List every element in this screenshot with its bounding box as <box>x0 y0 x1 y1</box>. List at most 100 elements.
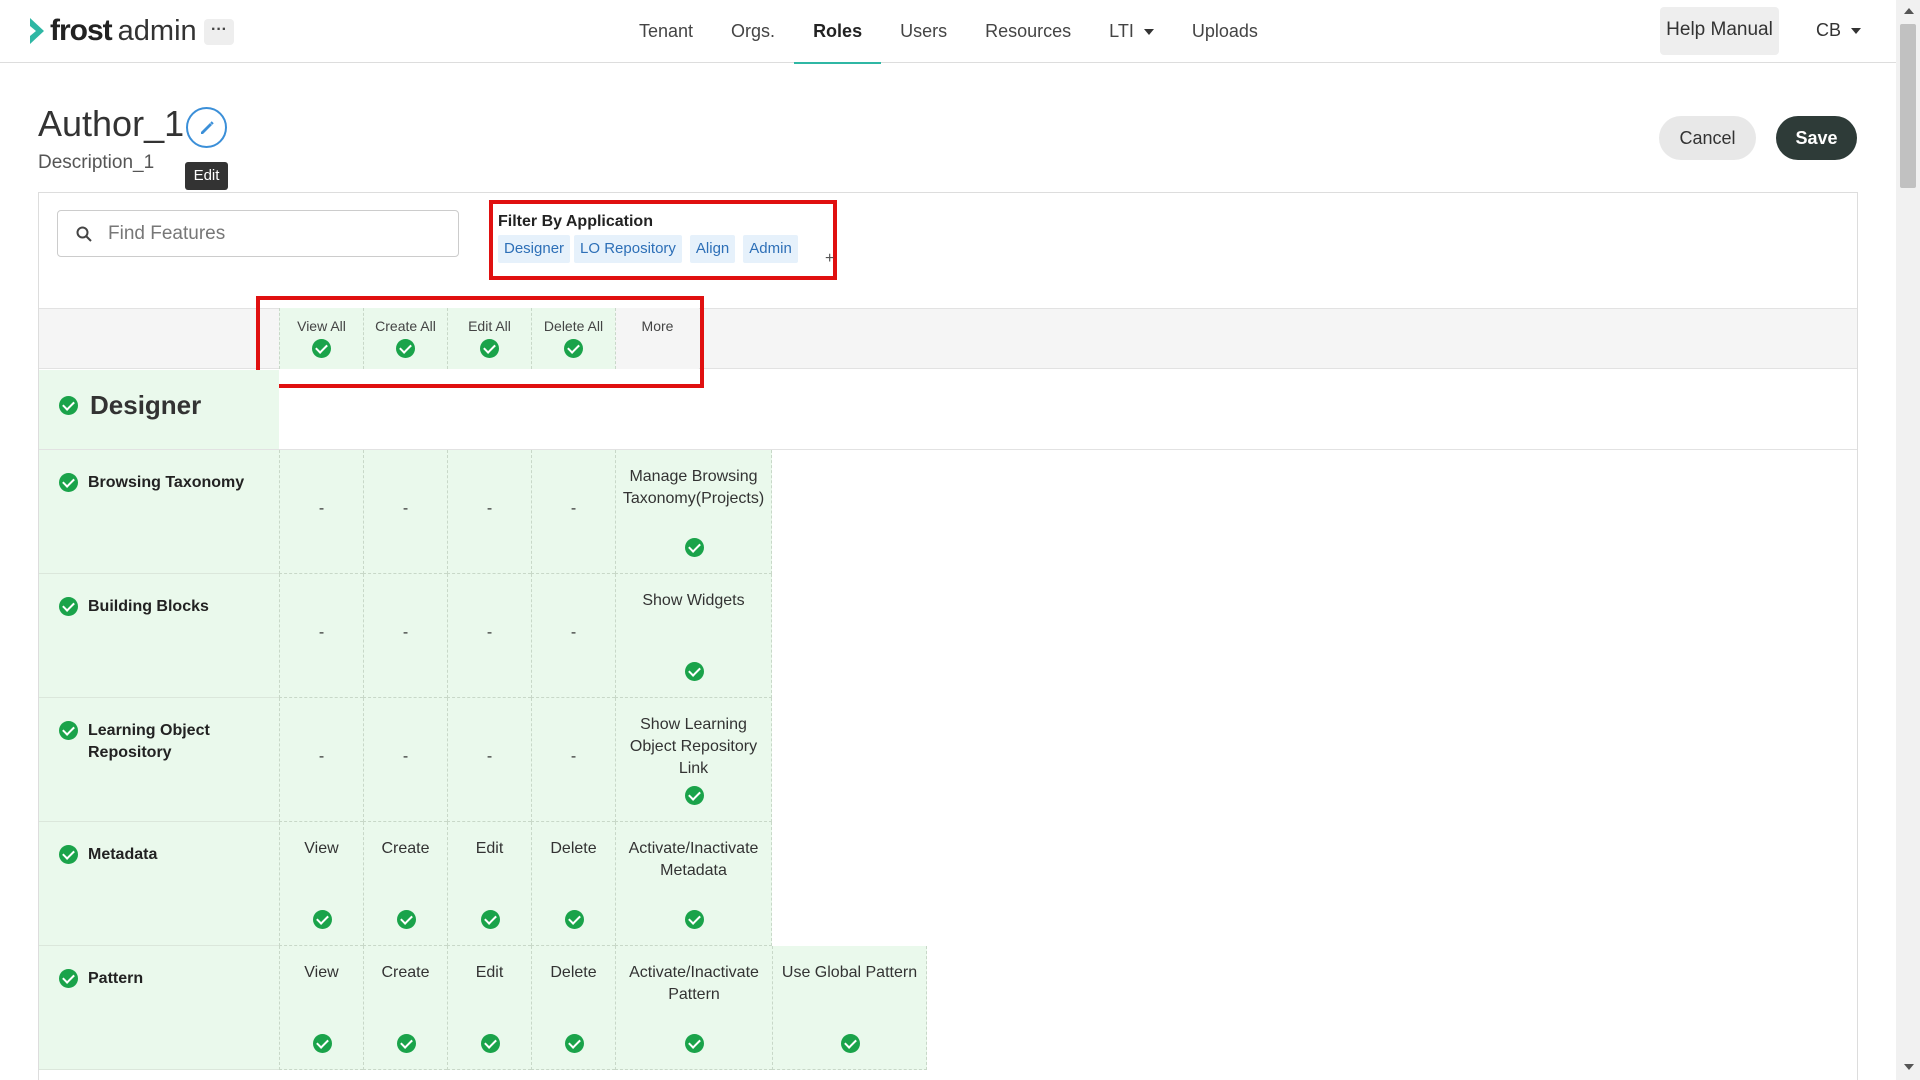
scroll-thumb[interactable] <box>1900 24 1916 188</box>
page-title: Author_1 <box>38 103 185 144</box>
filter-chip-align[interactable]: Align <box>689 235 736 263</box>
check-circle-icon[interactable] <box>685 1034 704 1053</box>
brand-sub: admin <box>117 14 197 47</box>
top-navbar: frost admin ··· Tenant Orgs. Roles Users… <box>0 0 1896 64</box>
nav-orgs[interactable]: Orgs. <box>712 0 794 63</box>
perm-cell-view: - <box>279 574 363 698</box>
main-nav: Tenant Orgs. Roles Users Resources LTI U… <box>620 0 1277 64</box>
check-circle-icon[interactable] <box>684 910 704 929</box>
nav-users[interactable]: Users <box>881 0 966 63</box>
perm-empty: - <box>570 500 577 517</box>
page-scrollbar[interactable] <box>1896 0 1920 1080</box>
perm-cell-more: Activate/Inactivate Metadata <box>615 822 772 946</box>
cursor-icon: + <box>825 250 835 267</box>
feature-row-learning-object-repository[interactable]: Learning Object Repository <box>39 698 279 822</box>
nav-lti[interactable]: LTI <box>1090 0 1173 63</box>
check-circle-icon[interactable] <box>59 969 78 988</box>
perm-empty: - <box>486 748 493 765</box>
edit-role-button[interactable] <box>186 107 227 148</box>
feature-name: Pattern <box>88 970 144 987</box>
nav-uploads[interactable]: Uploads <box>1173 0 1277 63</box>
scroll-down-arrow-icon[interactable] <box>1904 1064 1914 1070</box>
perm-label: Show Learning Object Repository Link <box>629 716 758 777</box>
nav-tenant[interactable]: Tenant <box>620 0 712 63</box>
feature-row-pattern[interactable]: Pattern <box>39 946 279 1070</box>
perm-cell-create: - <box>363 698 447 822</box>
check-circle-icon[interactable] <box>564 1034 584 1053</box>
perm-cell-edit: - <box>447 574 531 698</box>
help-manual-button[interactable]: Help Manual <box>1660 7 1779 55</box>
perm-cell-delete: - <box>531 698 615 822</box>
perm-label: Activate/Inactivate Pattern <box>629 964 759 1003</box>
perm-label: View <box>304 964 339 981</box>
perm-cell-edit: Edit <box>447 946 531 1070</box>
perm-cell-delete: - <box>531 450 615 574</box>
perm-cell-more: Manage Browsing Taxonomy(Projects) <box>615 450 772 574</box>
perm-empty: - <box>570 748 577 765</box>
perm-cell-more: Show Widgets <box>615 574 772 698</box>
nav-resources[interactable]: Resources <box>966 0 1090 63</box>
user-initials: CB <box>1816 20 1842 40</box>
check-circle-icon[interactable] <box>684 662 704 681</box>
check-circle-icon[interactable] <box>59 473 78 492</box>
perm-cell-more: Activate/Inactivate Pattern <box>615 946 772 1070</box>
check-circle-icon[interactable] <box>396 1034 416 1053</box>
feature-row-browsing-taxonomy[interactable]: Browsing Taxonomy <box>39 450 279 574</box>
edit-tooltip: Edit <box>185 162 228 190</box>
bulk-highlight-box <box>256 296 704 388</box>
check-circle-icon[interactable] <box>564 910 584 929</box>
pencil-icon <box>200 120 214 134</box>
check-circle-icon[interactable] <box>59 845 78 864</box>
filter-chip-admin[interactable]: Admin <box>743 235 798 263</box>
frost-admin-logo[interactable]: frost admin <box>28 14 197 48</box>
perm-label: Edit <box>475 964 504 981</box>
search-input[interactable] <box>108 219 448 249</box>
scroll-up-arrow-icon[interactable] <box>1904 8 1914 14</box>
section-designer[interactable]: Designer <box>59 390 201 421</box>
role-description: Description_1 <box>38 152 155 173</box>
perm-empty: - <box>402 500 409 517</box>
cancel-button[interactable]: Cancel <box>1659 116 1756 160</box>
perm-label: Manage Browsing Taxonomy(Projects) <box>622 468 765 507</box>
nav-roles[interactable]: Roles <box>794 0 882 64</box>
check-circle-icon[interactable] <box>59 721 78 740</box>
perm-cell-edit: - <box>447 450 531 574</box>
check-circle-icon[interactable] <box>59 396 78 415</box>
perm-empty: - <box>402 624 409 641</box>
filter-chip-lo-repository[interactable]: LO Repository <box>574 235 682 263</box>
perm-label: Edit <box>475 840 504 857</box>
perm-cell-more: Show Learning Object Repository Link <box>615 698 772 822</box>
perm-label: Create <box>381 840 430 857</box>
perm-cell-delete: Delete <box>531 946 615 1070</box>
check-circle-icon[interactable] <box>312 910 332 929</box>
feature-row-building-blocks[interactable]: Building Blocks <box>39 574 279 698</box>
perm-cell-delete: Delete <box>531 822 615 946</box>
check-circle-icon[interactable] <box>312 1034 332 1053</box>
perm-label: Create <box>381 964 430 981</box>
more-options-button[interactable]: ··· <box>204 19 234 45</box>
check-circle-icon[interactable] <box>480 1034 500 1053</box>
feature-name: Metadata <box>88 846 158 863</box>
check-circle-icon[interactable] <box>684 538 704 557</box>
feature-row-metadata[interactable]: Metadata <box>39 822 279 946</box>
filter-chip-group: Designer LO Repository Align Admin <box>498 235 798 263</box>
perm-cell-create: - <box>363 450 447 574</box>
perm-cell-create: Create <box>363 946 447 1070</box>
perm-cell-view: - <box>279 698 363 822</box>
caret-down-icon <box>1851 28 1862 35</box>
find-features-search[interactable] <box>57 210 459 257</box>
filter-chip-designer[interactable]: Designer <box>498 235 571 263</box>
perm-label: Show Widgets <box>642 592 745 609</box>
user-menu[interactable]: CB <box>1816 20 1862 41</box>
save-button[interactable]: Save <box>1776 116 1857 160</box>
check-circle-icon[interactable] <box>396 910 416 929</box>
perm-label: Use Global Pattern <box>781 964 918 981</box>
search-icon <box>76 226 92 242</box>
check-circle-icon[interactable] <box>480 910 500 929</box>
check-circle-icon[interactable] <box>840 1034 860 1053</box>
brand-main: frost <box>50 14 113 47</box>
check-circle-icon[interactable] <box>684 786 704 805</box>
nav-lti-label: LTI <box>1109 21 1134 41</box>
section-title: Designer <box>90 390 202 420</box>
check-circle-icon[interactable] <box>59 597 78 616</box>
